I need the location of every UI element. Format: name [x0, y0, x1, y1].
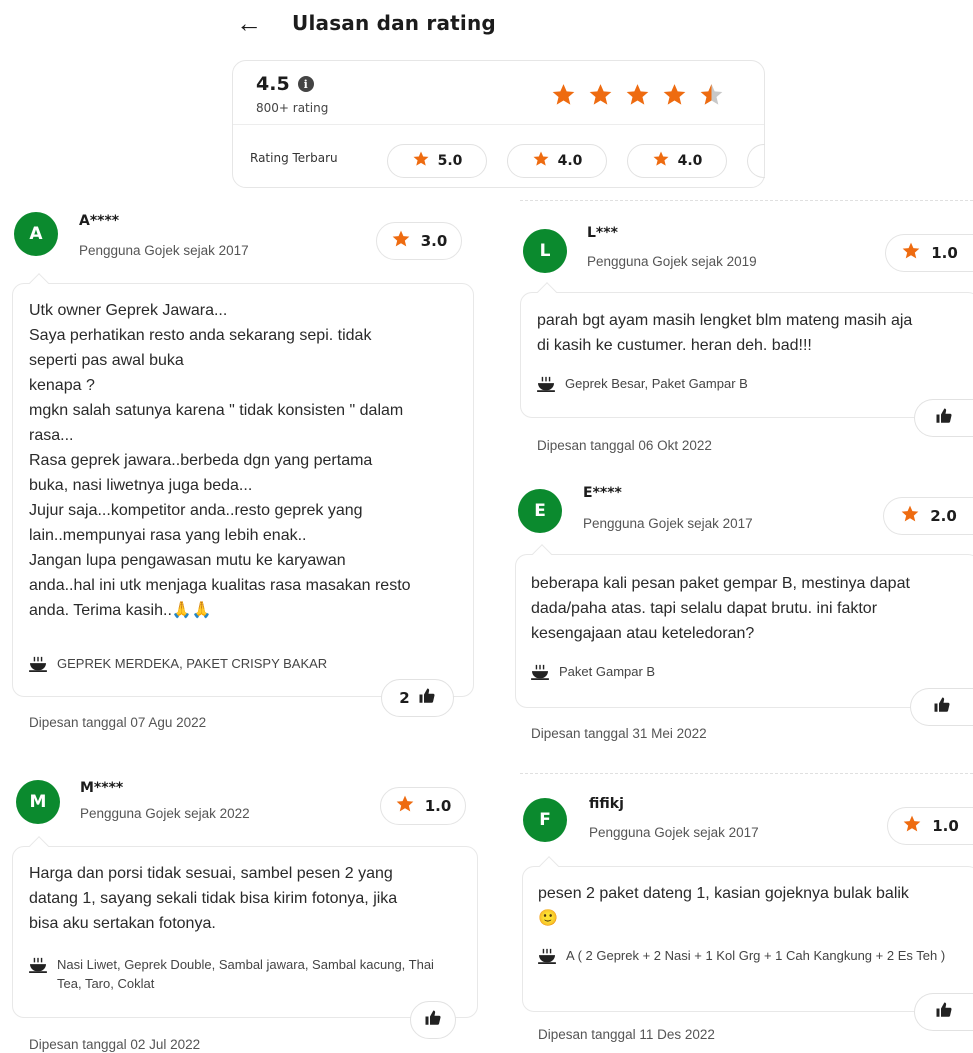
- recent-rating-chip[interactable]: 5.0: [387, 144, 487, 178]
- avatar: M: [16, 780, 60, 824]
- review-rating-badge: 1.0: [887, 807, 973, 845]
- avatar: F: [523, 798, 567, 842]
- score-value: 4.5: [256, 73, 290, 95]
- thumbs-up-icon: [418, 687, 436, 709]
- reviewer-name: E****: [583, 485, 622, 501]
- review-rating-badge: 1.0: [885, 234, 973, 272]
- reviewer-name: L***: [587, 225, 618, 241]
- menu-text: A ( 2 Geprek + 2 Nasi + 1 Kol Grg + 1 Ca…: [566, 948, 946, 963]
- avatar: L: [523, 229, 567, 273]
- page-title: Ulasan dan rating: [292, 11, 496, 35]
- review-rating-value: 1.0: [931, 244, 958, 262]
- like-button[interactable]: [910, 688, 973, 726]
- star-icon: [412, 150, 430, 172]
- summary-stars: [550, 82, 725, 113]
- menu-text: Paket Gampar B: [559, 664, 656, 679]
- ordered-menu: Nasi Liwet, Geprek Double, Sambal jawara…: [29, 955, 459, 993]
- review-rating-badge: 1.0: [380, 787, 466, 825]
- review-text: pesen 2 paket dateng 1, kasian gojeknya …: [538, 885, 909, 927]
- star-icon: [698, 82, 725, 113]
- menu-text: Geprek Besar, Paket Gampar B: [565, 376, 748, 391]
- reviewer-name: A****: [79, 213, 120, 229]
- order-date: Dipesan tanggal 06 Okt 2022: [537, 438, 712, 453]
- like-button[interactable]: [914, 993, 973, 1031]
- recent-rating-chip[interactable]: 4.0: [507, 144, 607, 178]
- menu-text: Nasi Liwet, Geprek Double, Sambal jawara…: [57, 957, 434, 991]
- arrow-left-icon[interactable]: ←: [236, 10, 262, 36]
- avatar: E: [518, 489, 562, 533]
- like-button[interactable]: [410, 1001, 456, 1039]
- ordered-menu: Geprek Besar, Paket Gampar B: [537, 374, 967, 393]
- review-rating-badge: 3.0: [376, 222, 462, 260]
- star-icon: [550, 82, 577, 113]
- ordered-menu: GEPREK MERDEKA, PAKET CRISPY BAKAR: [29, 654, 459, 673]
- star-icon: [902, 814, 922, 838]
- thumbs-up-icon: [424, 1009, 442, 1031]
- chip-value: 5.0: [437, 153, 463, 169]
- order-date: Dipesan tanggal 11 Des 2022: [538, 1027, 715, 1042]
- member-since: Pengguna Gojek sejak 2017: [589, 825, 759, 840]
- like-count: 2: [399, 689, 410, 707]
- review-text: Harga dan porsi tidak sesuai, sambel pes…: [29, 865, 398, 932]
- info-icon[interactable]: i: [297, 76, 314, 92]
- ordered-menu: A ( 2 Geprek + 2 Nasi + 1 Kol Grg + 1 Ca…: [538, 946, 968, 965]
- star-icon: [624, 82, 651, 113]
- ordered-menu: Paket Gampar B: [531, 662, 961, 681]
- rating-score: 4.5 i: [256, 73, 314, 95]
- reviewer-name: M****: [80, 780, 124, 796]
- review-text: Utk owner Geprek Jawara... Saya perhatik…: [29, 302, 411, 619]
- like-button[interactable]: 2: [381, 679, 454, 717]
- member-since: Pengguna Gojek sejak 2017: [79, 243, 249, 258]
- star-icon: [652, 150, 670, 172]
- star-icon: [900, 504, 920, 528]
- bowl-icon: [531, 664, 549, 680]
- thumbs-up-icon: [933, 696, 951, 718]
- thumbs-up-icon: [935, 1001, 953, 1023]
- star-icon: [661, 82, 688, 113]
- review-text: beberapa kali pesan paket gempar B, mest…: [531, 575, 910, 642]
- thumbs-up-icon: [935, 407, 953, 429]
- like-button[interactable]: [914, 399, 973, 437]
- review-text: parah bgt ayam masih lengket blm mateng …: [537, 312, 913, 354]
- header: ← Ulasan dan rating: [236, 10, 496, 36]
- divider: [520, 773, 973, 774]
- member-since: Pengguna Gojek sejak 2019: [587, 254, 757, 269]
- order-date: Dipesan tanggal 31 Mei 2022: [531, 726, 707, 741]
- bowl-icon: [537, 376, 555, 392]
- star-icon: [391, 229, 411, 253]
- review-rating-value: 2.0: [930, 507, 957, 525]
- member-since: Pengguna Gojek sejak 2017: [583, 516, 753, 531]
- chip-value: 4.0: [677, 153, 703, 169]
- star-icon: [901, 241, 921, 265]
- star-icon: [532, 150, 550, 172]
- reviewer-name: fifikj: [589, 796, 624, 812]
- bowl-icon: [538, 948, 556, 964]
- order-date: Dipesan tanggal 02 Jul 2022: [29, 1037, 201, 1052]
- review-rating-value: 1.0: [932, 817, 959, 835]
- bowl-icon: [29, 656, 47, 672]
- member-since: Pengguna Gojek sejak 2022: [80, 806, 250, 821]
- review-rating-value: 1.0: [424, 797, 452, 815]
- rating-count: 800+ rating: [256, 101, 329, 115]
- star-icon: [395, 794, 415, 818]
- review-rating-value: 3.0: [420, 232, 448, 250]
- avatar: A: [14, 212, 58, 256]
- recent-rating-label: Rating Terbaru: [250, 151, 338, 165]
- chip-value: 4.0: [557, 153, 583, 169]
- star-icon: [587, 82, 614, 113]
- divider: [520, 200, 973, 201]
- recent-rating-chip[interactable]: 4.0: [627, 144, 727, 178]
- order-date: Dipesan tanggal 07 Agu 2022: [29, 715, 207, 730]
- review-rating-badge: 2.0: [883, 497, 973, 535]
- menu-text: GEPREK MERDEKA, PAKET CRISPY BAKAR: [57, 656, 328, 671]
- bowl-icon: [29, 957, 47, 973]
